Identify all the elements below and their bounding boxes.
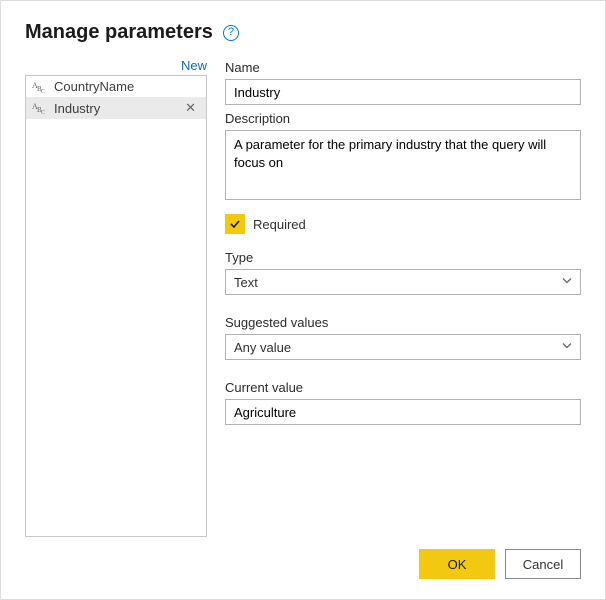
description-input[interactable]: A parameter for the primary industry tha… <box>225 130 581 200</box>
type-select[interactable]: Text <box>225 269 581 295</box>
text-type-icon: A B C <box>32 80 50 94</box>
type-label: Type <box>225 250 581 265</box>
svg-text:C: C <box>41 110 45 115</box>
parameter-item-countryname[interactable]: A B C CountryName <box>26 76 206 97</box>
required-label: Required <box>253 217 306 232</box>
parameter-item-label: Industry <box>54 101 177 116</box>
name-input[interactable] <box>225 79 581 105</box>
suggested-values-select[interactable]: Any value <box>225 334 581 360</box>
current-value-label: Current value <box>225 380 581 395</box>
help-icon[interactable]: ? <box>223 25 239 41</box>
description-label: Description <box>225 111 581 126</box>
required-checkbox[interactable] <box>225 214 245 234</box>
current-value-input[interactable] <box>225 399 581 425</box>
name-label: Name <box>225 60 581 75</box>
parameter-list: A B C CountryName A B C <box>25 75 207 537</box>
text-type-icon: A B C <box>32 101 50 115</box>
svg-text:C: C <box>41 89 45 94</box>
dialog-footer: OK Cancel <box>25 549 581 579</box>
parameter-form: Name Description A parameter for the pri… <box>225 58 581 537</box>
dialog-title: Manage parameters <box>25 21 213 44</box>
parameters-sidebar: New A B C CountryName A <box>25 58 207 537</box>
type-value: Text <box>234 275 258 290</box>
dialog-header: Manage parameters ? <box>25 21 581 44</box>
parameter-item-industry[interactable]: A B C Industry ✕ <box>26 97 206 119</box>
new-parameter-link[interactable]: New <box>25 58 207 73</box>
parameter-item-label: CountryName <box>54 79 200 94</box>
cancel-button[interactable]: Cancel <box>505 549 581 579</box>
remove-parameter-icon[interactable]: ✕ <box>181 100 200 116</box>
suggested-values-label: Suggested values <box>225 315 581 330</box>
suggested-values-value: Any value <box>234 340 291 355</box>
ok-button[interactable]: OK <box>419 549 495 579</box>
